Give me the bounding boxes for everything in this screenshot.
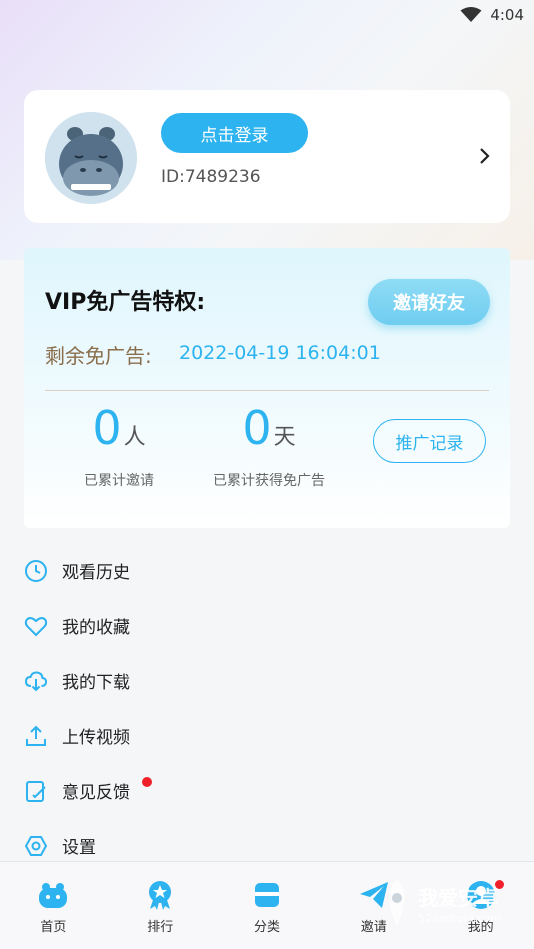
menu-label: 我的下载 xyxy=(62,673,130,693)
notification-dot xyxy=(494,880,504,889)
menu-item-feedback[interactable]: 意见反馈 xyxy=(0,763,534,818)
adfree-days-stat: 0天 已累计获得免广告 xyxy=(194,400,344,490)
feedback-icon xyxy=(26,780,46,802)
invite-friends-button[interactable]: 邀请好友 xyxy=(368,279,490,325)
ranking-medal-icon xyxy=(149,881,172,910)
menu-item-favorites[interactable]: 我的收藏 xyxy=(0,598,534,653)
adfree-days-label: 已累计获得免广告 xyxy=(213,473,325,489)
status-time: 4:04 xyxy=(490,6,524,24)
menu-label: 观看历史 xyxy=(62,563,130,583)
chevron-right-icon[interactable] xyxy=(478,146,492,166)
upload-icon xyxy=(26,725,46,746)
tab-home[interactable]: 首页 xyxy=(0,862,107,949)
adfree-remaining-label: 剩余免广告: xyxy=(45,344,152,368)
invited-label: 已累计邀请 xyxy=(84,473,154,489)
tab-label: 首页 xyxy=(40,920,67,935)
heart-icon xyxy=(24,616,48,636)
menu-item-watch-history[interactable]: 观看历史 xyxy=(0,543,534,598)
home-hippo-icon xyxy=(39,883,68,908)
adfree-days-count: 0 xyxy=(242,401,272,455)
menu-label: 我的收藏 xyxy=(62,618,130,638)
wifi-icon xyxy=(460,7,482,22)
category-box-icon xyxy=(254,883,279,907)
settings-icon xyxy=(24,835,48,856)
menu-label: 上传视频 xyxy=(62,728,130,748)
promotion-record-button[interactable]: 推广记录 xyxy=(373,419,486,463)
status-bar: 4:04 xyxy=(0,0,534,30)
avatar[interactable] xyxy=(45,112,137,204)
paper-plane-icon xyxy=(359,882,388,908)
tab-category[interactable]: 分类 xyxy=(214,862,321,949)
tab-label: 邀请 xyxy=(360,920,387,935)
menu-list: 观看历史 我的收藏 我的下载 上传视频 意见反馈 设置 xyxy=(0,543,534,873)
menu-item-upload-video[interactable]: 上传视频 xyxy=(0,708,534,763)
profile-card[interactable]: 点击登录 ID:7489236 xyxy=(24,90,510,223)
invited-count: 0 xyxy=(92,401,122,455)
tab-label: 分类 xyxy=(253,920,280,935)
bottom-tab-bar: 首页 排行 分类 邀请 我的 xyxy=(0,861,534,949)
menu-item-downloads[interactable]: 我的下载 xyxy=(0,653,534,708)
tab-ranking[interactable]: 排行 xyxy=(107,862,214,949)
adfree-days-unit: 天 xyxy=(273,425,296,450)
adfree-remaining-value: 2022-04-19 16:04:01 xyxy=(179,342,381,364)
invited-unit: 人 xyxy=(123,425,146,450)
hippo-avatar-icon xyxy=(45,112,137,204)
notification-dot xyxy=(142,777,152,787)
tab-label: 我的 xyxy=(467,920,494,935)
vip-divider xyxy=(45,390,489,391)
menu-label: 设置 xyxy=(62,838,96,858)
tab-label: 排行 xyxy=(147,920,174,935)
login-button[interactable]: 点击登录 xyxy=(161,113,308,153)
tab-invite[interactable]: 邀请 xyxy=(320,862,427,949)
menu-label: 意见反馈 xyxy=(62,783,130,803)
profile-icon xyxy=(466,881,495,909)
invited-stat: 0人 已累计邀请 xyxy=(54,400,184,490)
cloud-download-icon xyxy=(24,670,48,691)
vip-card: VIP免广告特权: 邀请好友 剩余免广告: 2022-04-19 16:04:0… xyxy=(24,248,510,528)
user-id: ID:7489236 xyxy=(161,167,261,187)
tab-mine[interactable]: 我的 xyxy=(427,862,534,949)
vip-title: VIP免广告特权: xyxy=(45,290,206,315)
clock-icon xyxy=(25,559,47,582)
